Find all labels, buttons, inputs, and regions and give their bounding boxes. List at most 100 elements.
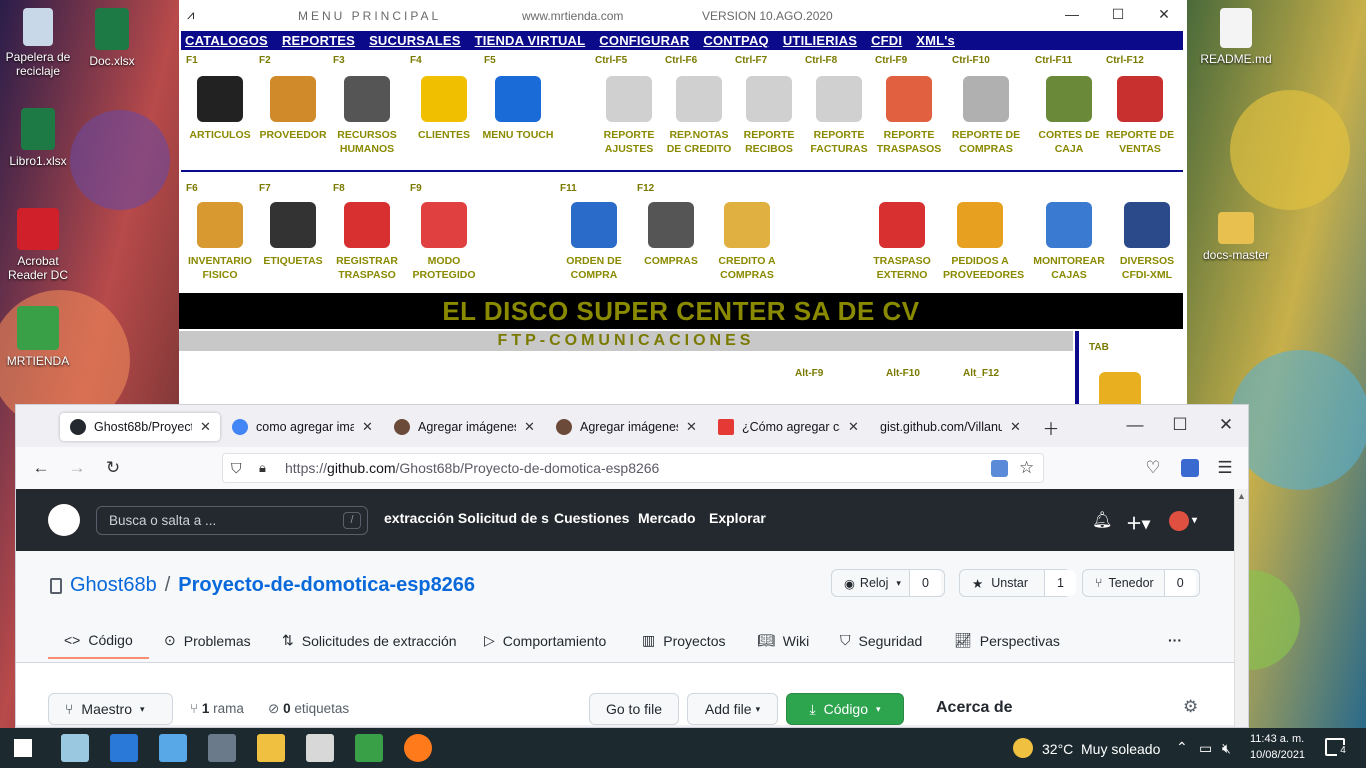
menu-tile[interactable]: PEDIDOS A PROVEEDORES bbox=[943, 202, 1024, 282]
menu-tile[interactable]: TRASPASO EXTERNO bbox=[865, 202, 939, 282]
network-icon[interactable]: ▭ bbox=[1199, 740, 1212, 757]
scrollbar[interactable]: ▲ bbox=[1234, 489, 1248, 727]
tab-code[interactable]: <> Código bbox=[48, 632, 149, 659]
bell-icon[interactable]: 🔔︎ bbox=[1092, 510, 1112, 530]
menu-configurar[interactable]: CONFIGURAR bbox=[599, 31, 689, 50]
close-tab-icon[interactable]: ✕ bbox=[362, 419, 376, 435]
github-logo-icon[interactable] bbox=[48, 504, 80, 536]
nav-explore[interactable]: Explorar bbox=[709, 510, 766, 526]
avatar[interactable] bbox=[1169, 511, 1189, 531]
menu-tile[interactable]: RECURSOS HUMANOS bbox=[330, 76, 404, 156]
desktop-icon-acrobat[interactable]: Acrobat Reader DC bbox=[0, 208, 76, 282]
menu-contpaq[interactable]: CONTPAQ bbox=[703, 31, 768, 50]
menu-reportes[interactable]: REPORTES bbox=[282, 31, 355, 50]
menu-tile[interactable]: CREDITO A COMPRAS bbox=[710, 202, 784, 282]
close-icon[interactable]: ✕ bbox=[1215, 415, 1237, 435]
file-explorer-icon[interactable] bbox=[257, 734, 285, 762]
translate-icon[interactable] bbox=[991, 460, 1008, 477]
add-file-button[interactable]: Add file ▾ bbox=[687, 693, 778, 725]
menu-tile[interactable]: REPORTE FACTURAS bbox=[802, 76, 876, 156]
pocket-icon[interactable]: ♡ bbox=[1142, 458, 1164, 478]
branch-selector[interactable]: ⑂ Maestro ▾ bbox=[48, 693, 173, 725]
desktop-icon-recycle-bin[interactable]: Papelera de reciclaje bbox=[0, 8, 76, 78]
more-icon[interactable]: ··· bbox=[1168, 632, 1182, 648]
clock-time[interactable]: 11:43 a. m. bbox=[1250, 733, 1304, 745]
browser-tab-5[interactable]: ¿Cómo agregar cap ✕ bbox=[708, 413, 868, 441]
menu-tile[interactable]: ETIQUETAS bbox=[256, 202, 330, 268]
store-icon[interactable] bbox=[306, 734, 334, 762]
gear-icon[interactable]: ⚙ bbox=[1183, 697, 1198, 717]
close-tab-icon[interactable]: ✕ bbox=[200, 419, 214, 435]
menu-tile[interactable]: MODO PROTEGIDO bbox=[407, 202, 481, 282]
back-icon[interactable]: ← bbox=[30, 458, 52, 478]
menu-tienda-virtual[interactable]: TIENDA VIRTUAL bbox=[475, 31, 586, 50]
browser-tab-6[interactable]: gist.github.com/Villanu ✕ bbox=[870, 413, 1030, 441]
maximize-icon[interactable]: ☐ bbox=[1169, 415, 1191, 435]
menu-xmls[interactable]: XML's bbox=[916, 31, 955, 50]
reload-icon[interactable]: ↻ bbox=[102, 458, 124, 478]
clock-date[interactable]: 10/08/2021 bbox=[1250, 749, 1305, 761]
menu-utilierias[interactable]: UTILIERIAS bbox=[783, 31, 857, 50]
bookmark-star-icon[interactable]: ☆ bbox=[1019, 458, 1034, 478]
menu-tile[interactable]: PROVEEDOR bbox=[256, 76, 330, 142]
calculator-icon[interactable] bbox=[208, 734, 236, 762]
repo-owner-link[interactable]: Ghost68b bbox=[70, 574, 157, 597]
tab-issues[interactable]: ⊙ Problemas bbox=[164, 632, 251, 649]
tab-projects[interactable]: ▥ Proyectos bbox=[642, 632, 725, 649]
scroll-up-icon[interactable]: ▲ bbox=[1237, 491, 1246, 501]
weather-temp[interactable]: 32°C bbox=[1042, 741, 1073, 757]
desktop-icon-docs-master[interactable]: docs-master bbox=[1198, 212, 1274, 262]
menu-tile[interactable]: REPORTE DE COMPRAS bbox=[949, 76, 1023, 156]
desktop-icon-mrtienda[interactable]: MRTIENDA bbox=[0, 306, 76, 368]
mrtienda-taskbar-icon[interactable] bbox=[355, 734, 383, 762]
chevron-down-icon[interactable]: ▾ bbox=[1192, 515, 1197, 526]
menu-tile[interactable]: REPORTE DE VENTAS bbox=[1103, 76, 1177, 156]
mail-icon[interactable] bbox=[110, 734, 138, 762]
menu-tile[interactable]: REGISTRAR TRASPASO bbox=[330, 202, 404, 282]
menu-cfdi[interactable]: CFDI bbox=[871, 31, 902, 50]
search-input[interactable]: Busca o salta a ... / bbox=[96, 506, 368, 535]
nav-marketplace[interactable]: Mercado bbox=[638, 510, 696, 526]
forward-icon[interactable]: → bbox=[66, 458, 88, 478]
menu-icon[interactable]: ☰ bbox=[1214, 458, 1236, 478]
browser-tab-1[interactable]: Ghost68b/Proyecto- ✕ bbox=[60, 413, 220, 441]
tab-pull-requests[interactable]: ⇅ Solicitudes de extracción bbox=[282, 632, 457, 649]
minimize-icon[interactable]: — bbox=[1124, 415, 1146, 435]
nav-issues[interactable]: Cuestiones bbox=[554, 510, 629, 526]
go-to-file-button[interactable]: Go to file bbox=[589, 693, 679, 725]
menu-tile[interactable]: COMPRAS bbox=[634, 202, 708, 268]
tab-insights[interactable]: 📈︎ Perspectivas bbox=[954, 632, 1060, 649]
close-tab-icon[interactable]: ✕ bbox=[524, 419, 538, 435]
windows-start-icon[interactable] bbox=[14, 739, 32, 757]
browser-tab-4[interactable]: Agregar imágenes a ✕ bbox=[546, 413, 706, 441]
desktop-icon-libro1[interactable]: Libro1.xlsx bbox=[0, 108, 76, 168]
tags-link[interactable]: ⊘ 0 etiquetas bbox=[268, 701, 349, 717]
new-tab-icon[interactable]: ＋ bbox=[1040, 415, 1062, 440]
menu-tile[interactable]: ARTICULOS bbox=[183, 76, 257, 142]
translate-extension-icon[interactable] bbox=[1181, 459, 1199, 477]
close-tab-icon[interactable]: ✕ bbox=[848, 419, 862, 435]
menu-tile[interactable]: REPORTE RECIBOS bbox=[732, 76, 806, 156]
plus-icon[interactable]: ＋▾ bbox=[1126, 510, 1150, 534]
tab-wiki[interactable]: 📖︎ Wiki bbox=[757, 632, 809, 649]
repo-name-link[interactable]: Proyecto-de-domotica-esp8266 bbox=[178, 574, 475, 597]
menu-tile[interactable]: REPORTE AJUSTES bbox=[592, 76, 666, 156]
chevron-up-icon[interactable]: ⌃ bbox=[1176, 739, 1188, 756]
volume-muted-icon[interactable]: 🔇︎ bbox=[1222, 740, 1231, 757]
menu-tile[interactable]: CORTES DE CAJA bbox=[1032, 76, 1106, 156]
menu-tile[interactable]: INVENTARIO FISICO bbox=[183, 202, 257, 282]
star-button[interactable]: ★ Unstar 1 bbox=[959, 569, 1076, 597]
shield-icon[interactable]: ⛉ bbox=[231, 460, 242, 477]
minimize-icon[interactable]: — bbox=[1062, 6, 1082, 22]
close-tab-icon[interactable]: ✕ bbox=[1010, 419, 1024, 435]
menu-tile[interactable]: MENU TOUCH bbox=[481, 76, 555, 142]
desktop-icon-readme[interactable]: README.md bbox=[1198, 8, 1274, 66]
menu-tile[interactable]: REP.NOTAS DE CREDITO bbox=[662, 76, 736, 156]
close-icon[interactable]: ✕ bbox=[1154, 6, 1174, 23]
firefox-icon[interactable] bbox=[404, 734, 432, 762]
lock-icon[interactable]: 🔒︎ bbox=[259, 460, 266, 476]
tab-security[interactable]: ⛉ Seguridad bbox=[840, 632, 922, 649]
maximize-icon[interactable]: ☐ bbox=[1108, 6, 1128, 23]
browser-tab-3[interactable]: Agregar imágenes a ✕ bbox=[384, 413, 544, 441]
watch-button[interactable]: ◉ Reloj ▾ 0 bbox=[831, 569, 945, 597]
